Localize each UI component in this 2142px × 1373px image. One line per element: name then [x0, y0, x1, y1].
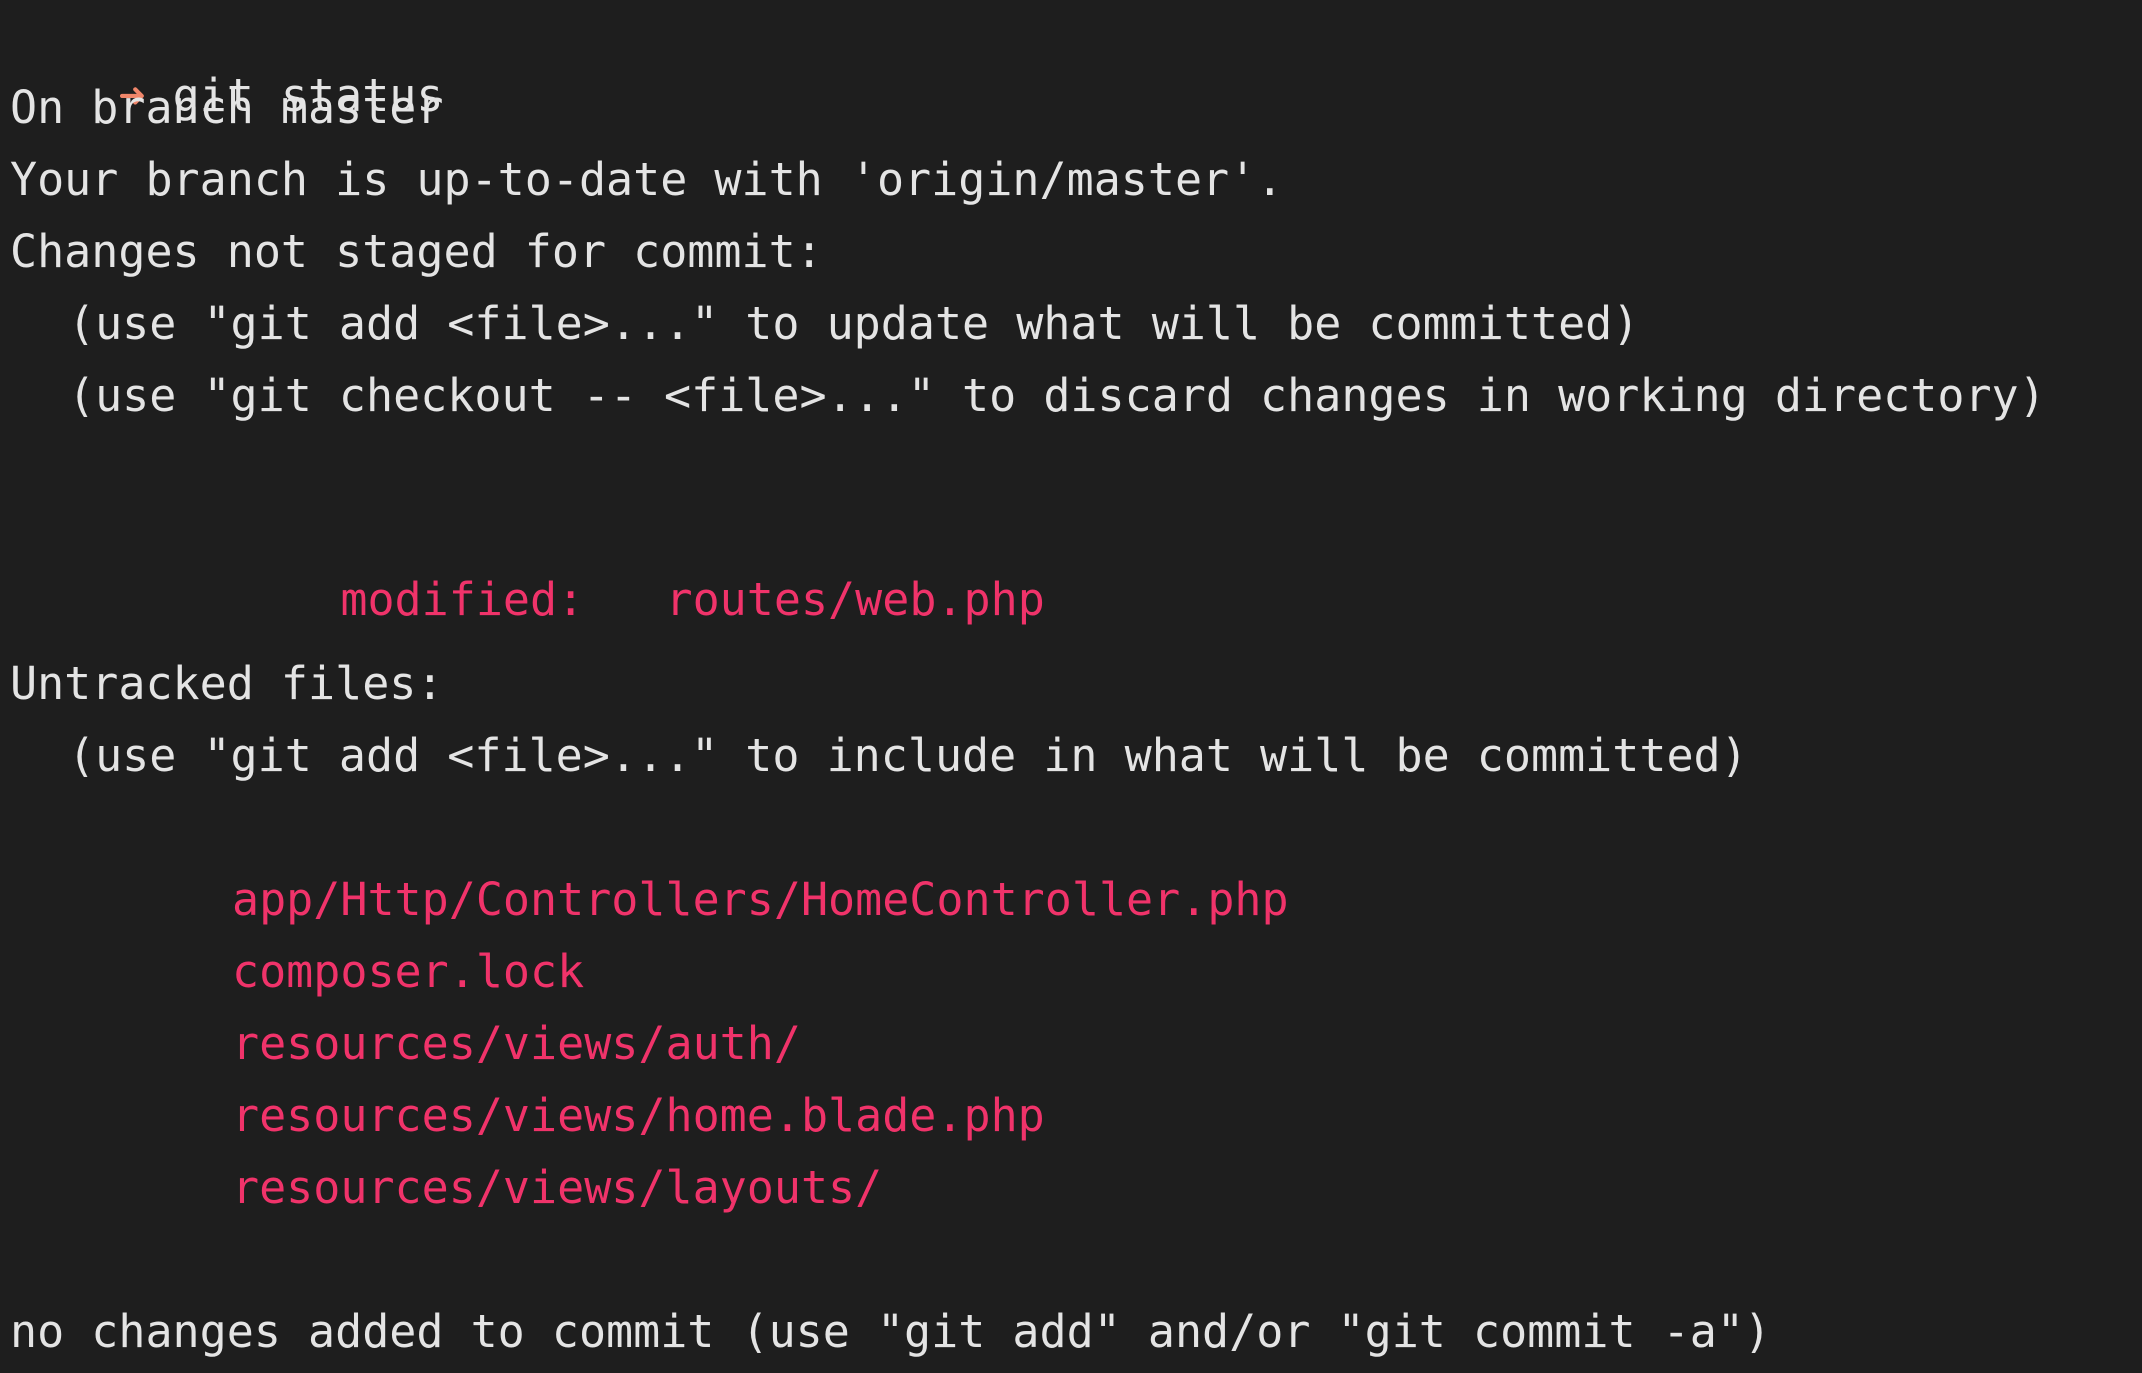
untracked-hint: (use "git add <file>..." to include in w… [68, 729, 1748, 782]
untracked-file: composer.lock [232, 945, 585, 998]
up-to-date-line: Your branch is up-to-date with 'origin/m… [10, 153, 1284, 206]
unstaged-hint-add: (use "git add <file>..." to update what … [68, 297, 1640, 350]
modified-file-path: routes/web.php [665, 573, 1045, 626]
modified-file-entry: modified: routes/web.php [232, 510, 1044, 626]
terminal-window[interactable]: ➜ git status On branch master Your branc… [0, 0, 2142, 1373]
untracked-header: Untracked files: [10, 657, 444, 710]
modified-state-label: modified: [340, 573, 585, 626]
untracked-file: app/Http/Controllers/HomeController.php [232, 873, 1289, 926]
untracked-file: resources/views/home.blade.php [232, 1089, 1045, 1142]
untracked-file: resources/views/layouts/ [232, 1161, 883, 1214]
footer-line: no changes added to commit (use "git add… [10, 1305, 1771, 1358]
branch-line: On branch master [10, 81, 444, 134]
unstaged-header: Changes not staged for commit: [10, 225, 823, 278]
prompt-line: ➜ git status [10, 6, 443, 122]
unstaged-hint-checkout: (use "git checkout -- <file>..." to disc… [68, 369, 2046, 422]
untracked-file: resources/views/auth/ [232, 1017, 801, 1070]
